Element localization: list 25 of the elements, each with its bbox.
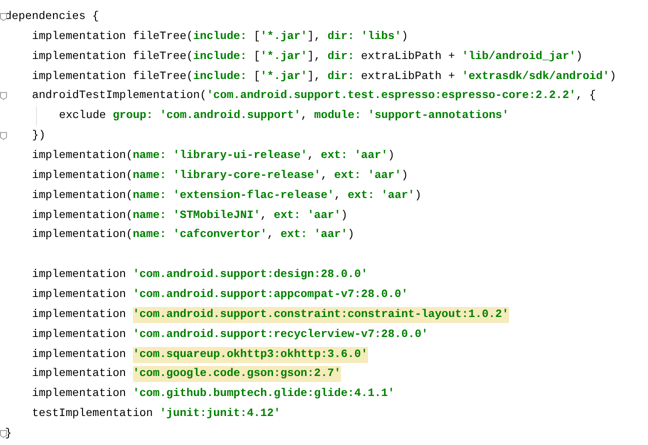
code-line: implementation 'com.squareup.okhttp3:okhttp:3.6.0'	[32, 348, 368, 361]
code-line: testImplementation 'junit:junit:4.12'	[32, 408, 280, 420]
fold-icon[interactable]	[0, 430, 7, 438]
fold-icon[interactable]	[0, 92, 7, 100]
code-line: dependencies {	[5, 10, 99, 23]
code-line: implementation fileTree(include: ['*.jar'], dir: extraLibPath + 'lib/android_jar')	[32, 50, 583, 63]
code-line: implementation 'com.android.support.constraint:constraint-layout:1.0.2'	[32, 308, 509, 321]
code-line: implementation(name: 'cafconvertor', ext: 'aar')	[32, 229, 354, 242]
fold-icon[interactable]	[0, 132, 7, 140]
code-line: implementation 'com.google.code.gson:gson:2.7'	[32, 368, 341, 380]
code-line: implementation(name: 'extension-flac-release', ext: 'aar')	[32, 190, 422, 202]
code-line: }	[5, 428, 12, 440]
code-line: implementation 'com.github.bumptech.glide:glide:4.1.1'	[32, 388, 395, 400]
code-line: implementation fileTree(include: ['*.jar'], dir: extraLibPath + 'extrasdk/sdk/android')	[32, 70, 616, 82]
code-line: androidTestImplementation('com.android.support.test.espresso:espresso-core:2.2.2', {	[32, 90, 596, 102]
code-line: implementation 'com.android.support:recyclerview-v7:28.0.0'	[32, 328, 428, 341]
code-line: })	[32, 130, 46, 142]
code-line: implementation 'com.android.support:design:28.0.0'	[32, 269, 368, 282]
code-line: implementation 'com.android.support:appcompat-v7:28.0.0'	[32, 288, 408, 301]
fold-icon[interactable]	[0, 13, 7, 21]
code-line: implementation(name: 'STMobileJNI', ext: 'aar')	[32, 210, 348, 222]
code-line: exclude group: 'com.android.support', module: 'support-annotations'	[59, 110, 509, 122]
code-line: implementation fileTree(include: ['*.jar'], dir: 'libs')	[32, 30, 408, 43]
code-line: implementation(name: 'library-core-release', ext: 'aar')	[32, 170, 408, 182]
code-line: implementation(name: 'library-ui-release', ext: 'aar')	[32, 150, 395, 162]
